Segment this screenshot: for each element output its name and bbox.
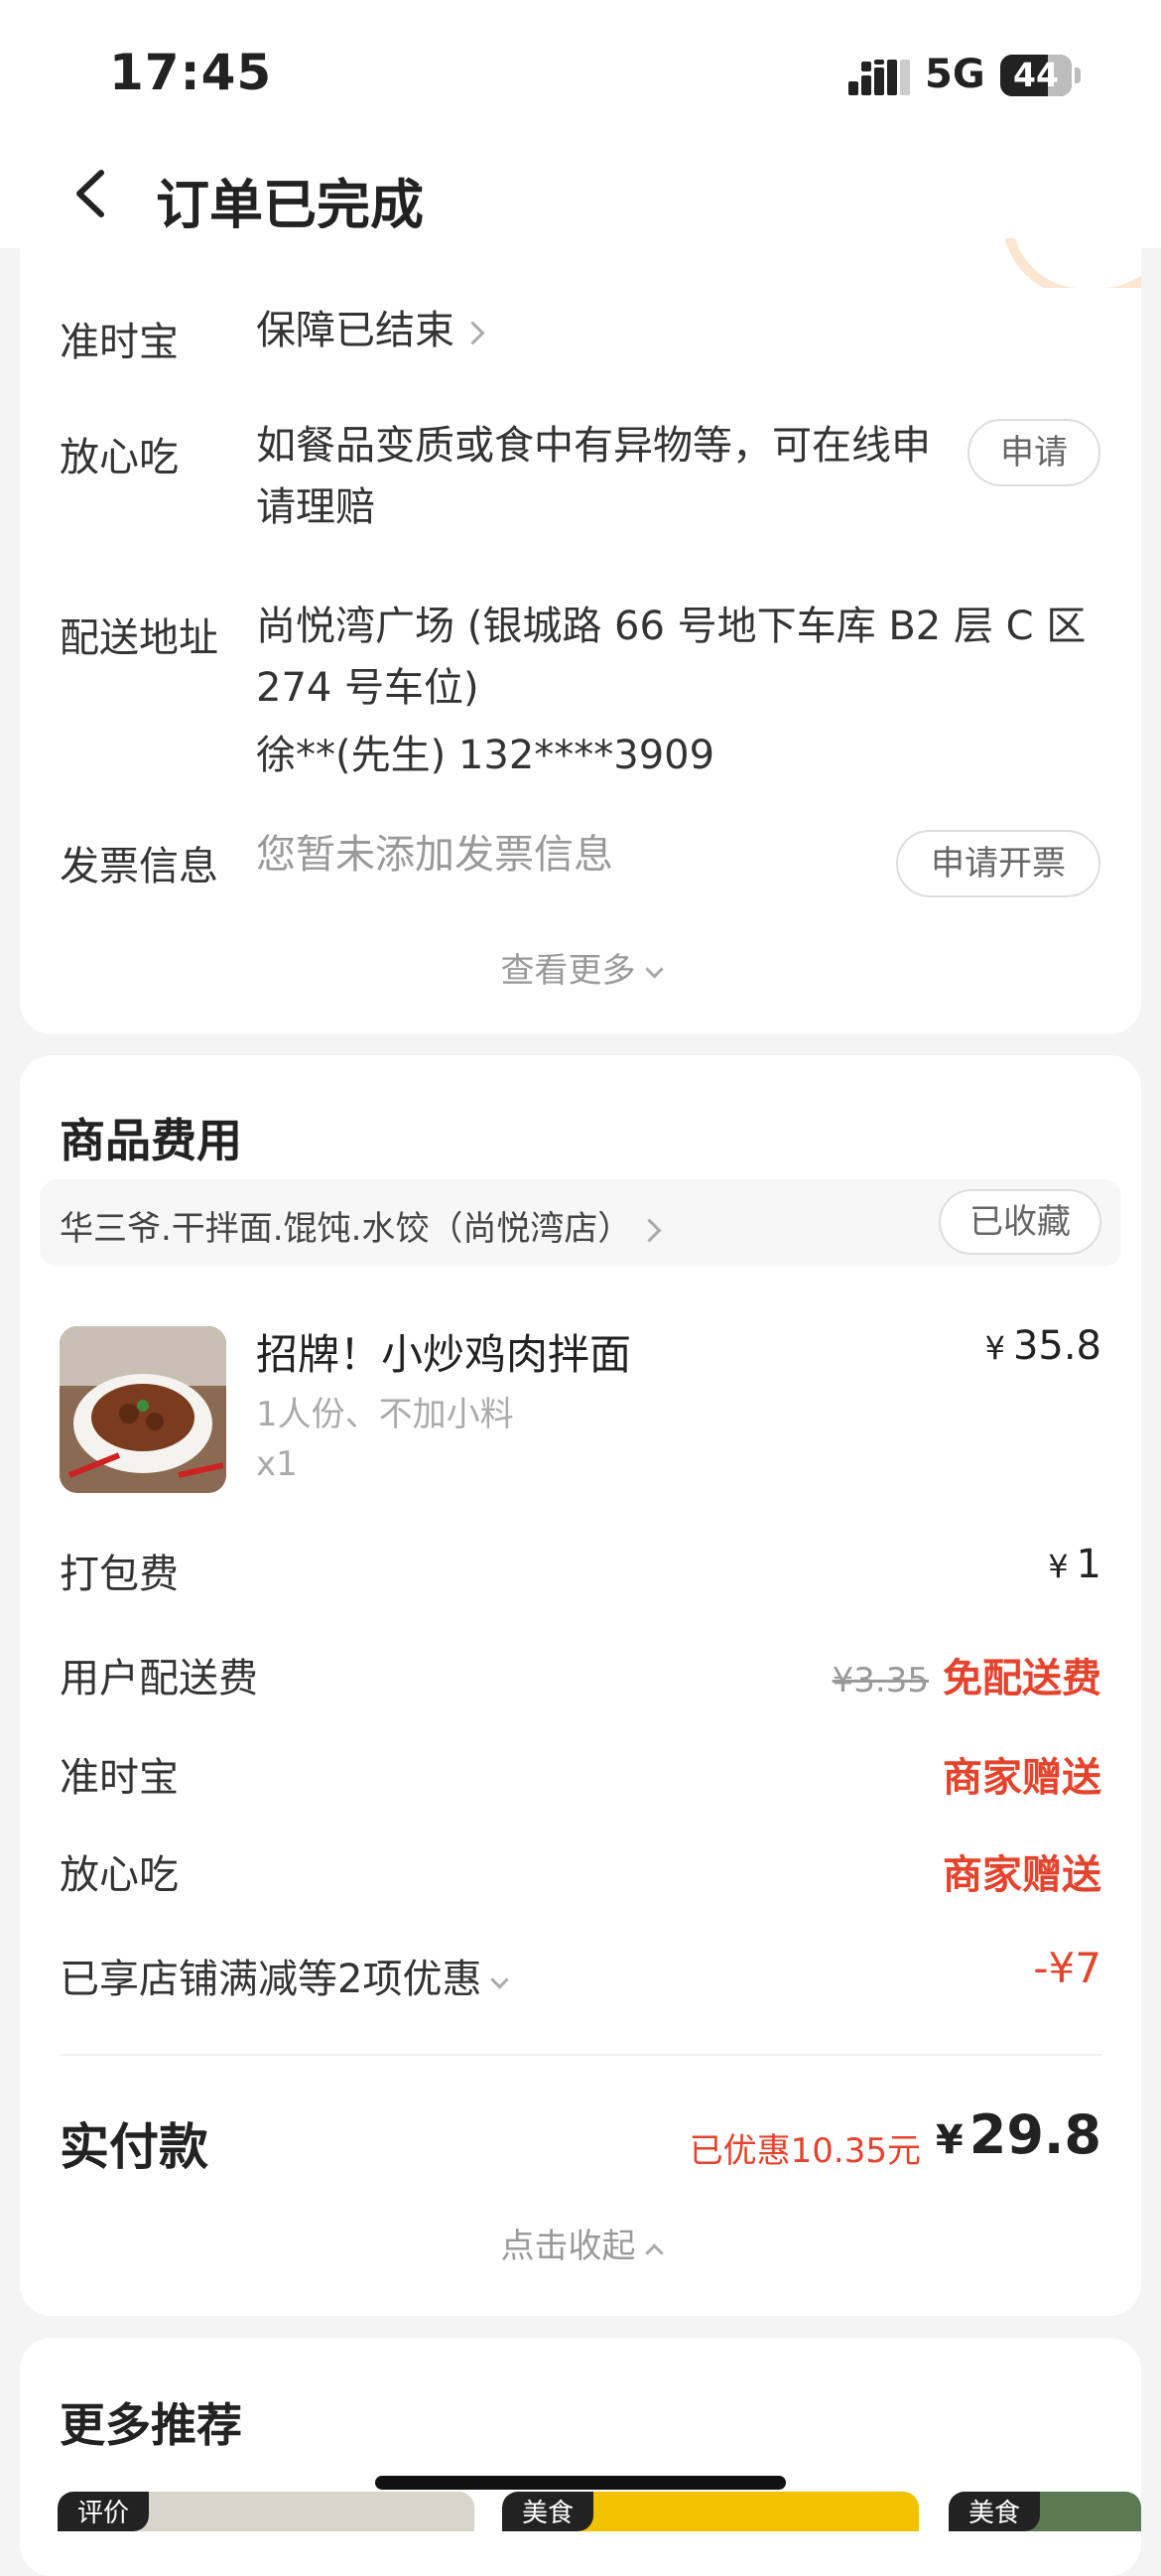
- recommend-card: 更多推荐: [20, 2338, 1141, 2576]
- address-text: 尚悦湾广场 (银城路 66 号地下车库 B2 层 C 区 274 号车位): [256, 604, 1087, 711]
- invoice-text: 您暂未添加发票信息: [256, 832, 613, 878]
- original-delivery-fee: ¥3.35: [832, 1661, 929, 1700]
- shop-name: 华三爷.干拌面.馄饨.水饺（尚悦湾店）: [60, 1209, 632, 1249]
- assurance-label: 放心吃: [60, 435, 179, 480]
- address-label: 配送地址: [60, 615, 218, 661]
- packing-fee: ¥1: [1048, 1542, 1101, 1587]
- section-title-goods: 商品费用: [60, 1114, 242, 1167]
- assurance-text: 如餐品变质或食中有异物等，可在线申请理赔: [256, 423, 931, 530]
- battery-tip: [1075, 68, 1081, 83]
- dish-price-value: 35.8: [1012, 1323, 1101, 1369]
- paid-total-value: 29.8: [968, 2103, 1101, 2166]
- dish-spec: 1人份、不加小料: [256, 1395, 514, 1434]
- collapse-text: 点击收起: [500, 2227, 636, 2266]
- view-more-text: 查看更多: [500, 951, 636, 991]
- paid-total: ¥29.8: [936, 2103, 1101, 2166]
- dish-name: 招牌！小炒鸡肉拌面: [256, 1330, 632, 1379]
- ontime-fee-label: 准时宝: [60, 1755, 179, 1801]
- battery-level: 44: [1013, 56, 1059, 94]
- chevron-right-icon: [637, 1218, 662, 1243]
- chevron-right-icon: [460, 320, 485, 345]
- currency-symbol: ¥: [935, 2117, 964, 2163]
- recommend-item[interactable]: 评价: [58, 2492, 474, 2531]
- ontime-status-link[interactable]: 保障已结束: [256, 300, 485, 361]
- paid-label: 实付款: [60, 2118, 208, 2176]
- clock: 17:45: [109, 44, 273, 101]
- ontime-fee-value: 商家赠送: [943, 1755, 1101, 1801]
- currency-symbol: ¥: [1048, 1548, 1069, 1585]
- collapse-link[interactable]: 点击收起: [20, 2219, 1141, 2267]
- dish-photo: [60, 1326, 226, 1493]
- back-arrow-icon[interactable]: [60, 159, 129, 228]
- discount-value: -¥7: [1033, 1944, 1101, 1992]
- decorative-badge: [1002, 238, 1141, 288]
- assurance-fee-value: 商家赠送: [943, 1852, 1101, 1898]
- ontime-label: 准时宝: [60, 320, 179, 365]
- recommend-item[interactable]: 美食: [502, 2492, 919, 2531]
- currency-symbol: ¥: [984, 1329, 1005, 1367]
- favorite-button[interactable]: 已收藏: [939, 1189, 1101, 1255]
- invoice-label: 发票信息: [60, 844, 218, 889]
- discount-toggle[interactable]: 已享店铺满减等2项优惠: [60, 1947, 510, 2004]
- delivery-fee: ¥3.35 免配送费: [833, 1646, 1101, 1703]
- recommend-tag: 评价: [58, 2492, 150, 2531]
- order-details-card: 准时宝 保障已结束 放心吃 如餐品变质或食中有异物等，可在线申请理赔 申请 配送…: [20, 228, 1141, 1034]
- ontime-status-text: 保障已结束: [256, 308, 454, 353]
- section-title-recommend: 更多推荐: [60, 2398, 242, 2452]
- goods-cost-card: 商品费用 华三爷.干拌面.馄饨.水饺（尚悦湾店） 已收藏 招牌！小炒鸡肉拌面 1…: [20, 1055, 1141, 2316]
- packing-fee-label: 打包费: [60, 1552, 179, 1597]
- shop-row[interactable]: 华三爷.干拌面.馄饨.水饺（尚悦湾店） 已收藏: [40, 1179, 1121, 1267]
- chevron-up-icon: [644, 2243, 664, 2262]
- battery-icon: 44: [1000, 55, 1072, 96]
- status-bar: 17:45 5G 44: [0, 0, 1161, 149]
- assurance-fee-label: 放心吃: [60, 1852, 179, 1898]
- discount-label: 已享店铺满减等2项优惠: [60, 1957, 482, 2002]
- dish-quantity: x1: [256, 1444, 298, 1484]
- free-delivery-text: 免配送费: [943, 1656, 1101, 1701]
- chevron-down-icon: [490, 1970, 510, 1989]
- view-more-link[interactable]: 查看更多: [20, 943, 1141, 992]
- recommend-tag: 美食: [949, 2492, 1041, 2531]
- apply-invoice-button[interactable]: 申请开票: [896, 830, 1100, 897]
- shop-link[interactable]: 华三爷.干拌面.馄饨.水饺（尚悦湾店）: [60, 1201, 662, 1250]
- saved-amount: 已优惠10.35元: [689, 2131, 921, 2171]
- contact-text: 徐**(先生) 132****3909: [256, 733, 715, 778]
- divider: [60, 2054, 1101, 2056]
- chevron-down-icon: [644, 960, 664, 979]
- signal-icon: [848, 60, 910, 95]
- network-type: 5G: [925, 52, 985, 97]
- apply-claim-button[interactable]: 申请: [968, 419, 1100, 486]
- packing-fee-value: 1: [1076, 1542, 1101, 1587]
- delivery-fee-label: 用户配送费: [60, 1656, 258, 1701]
- recommend-tag: 美食: [502, 2492, 594, 2531]
- dish-price: ¥35.8: [985, 1323, 1101, 1369]
- dish-image[interactable]: [60, 1326, 226, 1493]
- recommend-item[interactable]: 美食: [949, 2492, 1141, 2531]
- home-indicator[interactable]: [375, 2476, 786, 2490]
